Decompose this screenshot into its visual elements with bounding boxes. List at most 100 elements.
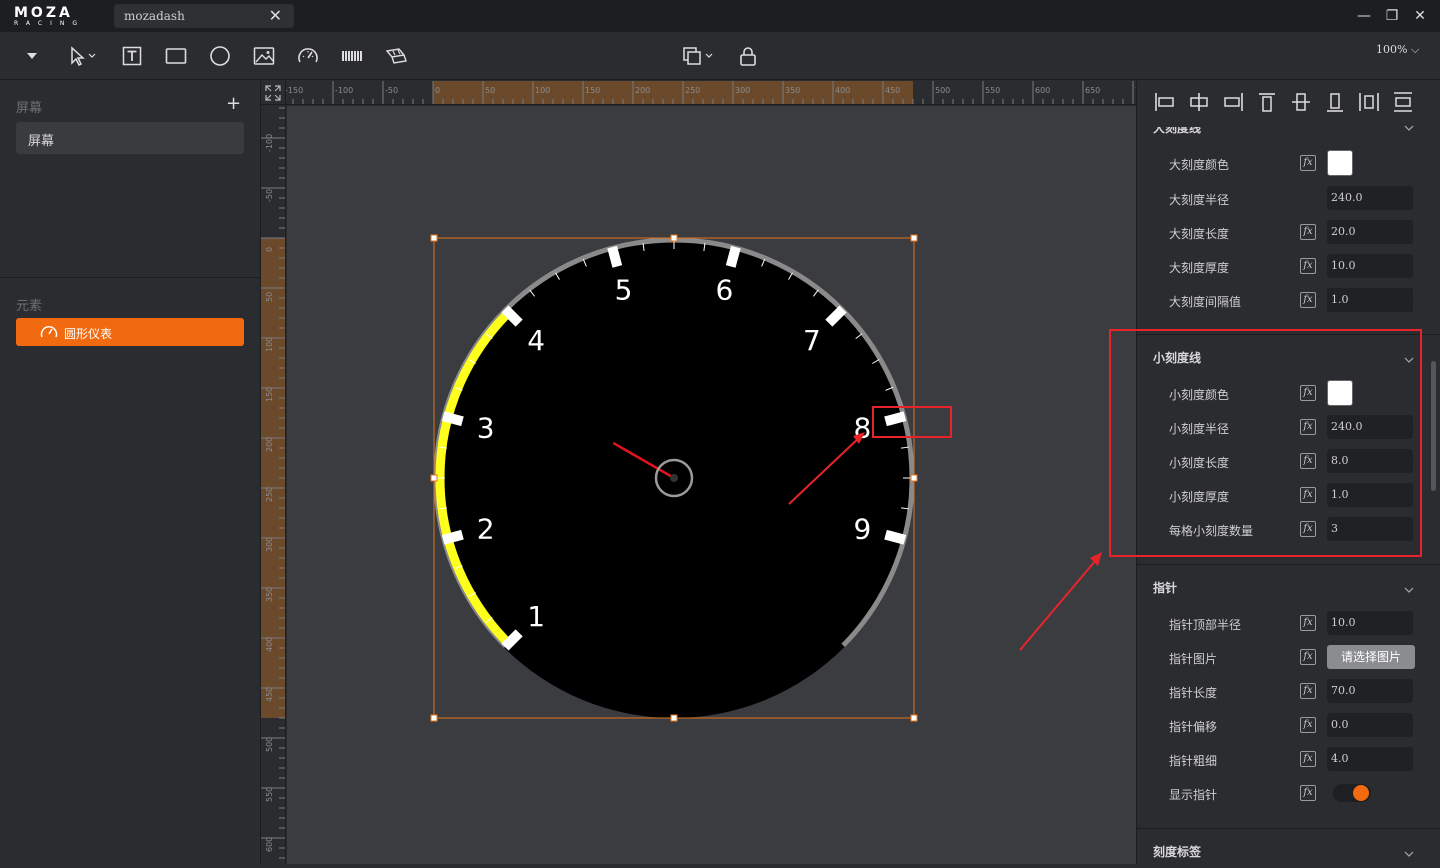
pointer-offset-label: 指针偏移: [1169, 720, 1218, 734]
pointer-length-row: 指针长度 fx 70.0: [1137, 677, 1427, 705]
restore-button[interactable]: ❐: [1383, 7, 1401, 25]
select-pointer-icon[interactable]: [65, 44, 101, 68]
pointer-top-radius-input[interactable]: 10.0: [1327, 611, 1413, 635]
close-window-button[interactable]: ✕: [1411, 7, 1429, 25]
fx-icon[interactable]: fx: [1300, 258, 1316, 274]
fx-icon[interactable]: fx: [1300, 453, 1316, 469]
chevron-down-icon[interactable]: [1403, 581, 1415, 593]
minor-tick-radius-label: 小刻度半径: [1169, 422, 1230, 436]
element-item-label: 圆形仪表: [64, 327, 113, 341]
tab-close-icon[interactable]: ✕: [269, 6, 282, 25]
align-center-h-icon[interactable]: [1187, 91, 1211, 113]
ruler-label: 300: [265, 537, 274, 552]
ruler-label: 50: [485, 86, 495, 95]
text-tool-icon[interactable]: [119, 44, 145, 68]
align-left-icon[interactable]: [1153, 91, 1177, 113]
major-tick-interval-input[interactable]: 1.0: [1327, 288, 1413, 312]
fx-icon[interactable]: fx: [1300, 419, 1316, 435]
ruler-label: 300: [735, 86, 750, 95]
horizontal-ruler-svg: -150 -100 -50 0 50 100 150 200 250 300 350 400 450 50…: [286, 81, 1136, 104]
document-tab[interactable]: mozadash ✕: [114, 4, 294, 28]
fx-icon[interactable]: fx: [1300, 155, 1316, 171]
gauge-label: 4: [527, 324, 545, 357]
image-tool-icon[interactable]: [251, 44, 277, 68]
ruler-label: -150: [286, 86, 303, 95]
fx-icon[interactable]: fx: [1300, 292, 1316, 308]
screen-list-item[interactable]: 屏幕: [16, 122, 244, 154]
fx-icon[interactable]: fx: [1300, 615, 1316, 631]
minor-tick-radius-input[interactable]: 240.0: [1327, 415, 1413, 439]
align-top-icon[interactable]: [1255, 91, 1279, 113]
fx-icon[interactable]: fx: [1300, 785, 1316, 801]
major-tick: [884, 411, 907, 427]
fx-icon[interactable]: fx: [1300, 224, 1316, 240]
horizontal-ruler: -150 -100 -50 0 50 100 150 200 250 300 350 400 450 50…: [286, 81, 1136, 105]
properties-scrollbar[interactable]: [1431, 361, 1436, 491]
fit-view-icon[interactable]: [261, 81, 286, 105]
pointer-length-input[interactable]: 70.0: [1327, 679, 1413, 703]
pointer-title: 指针: [1153, 581, 1178, 595]
design-canvas[interactable]: 123456789: [287, 106, 1136, 864]
show-pointer-toggle[interactable]: [1333, 784, 1371, 802]
vertical-ruler: -100 -50 0 50 100 150 200 250 300 350 400 450 500 550…: [261, 105, 286, 864]
flag-tool-icon[interactable]: [383, 44, 409, 68]
major-tick-title: 大刻度线: [1153, 121, 1202, 135]
major-tick: [441, 411, 464, 427]
fx-icon[interactable]: fx: [1300, 521, 1316, 537]
zoom-dropdown[interactable]: 100% ⌵: [1376, 43, 1419, 57]
distribute-vertical-icon[interactable]: [1391, 91, 1415, 113]
minor-tick-length-input[interactable]: 8.0: [1327, 449, 1413, 473]
minor-tick-color-swatch[interactable]: [1327, 380, 1353, 406]
align-bottom-icon[interactable]: [1323, 91, 1347, 113]
major-tick-color-swatch[interactable]: [1327, 150, 1353, 176]
fx-icon[interactable]: fx: [1300, 717, 1316, 733]
major-tick-thickness-input[interactable]: 10.0: [1327, 254, 1413, 278]
circle-tool-icon[interactable]: [207, 44, 233, 68]
distribute-horizontal-icon[interactable]: [1357, 91, 1381, 113]
fx-icon[interactable]: fx: [1300, 649, 1316, 665]
major-tick-length-label: 大刻度长度: [1169, 227, 1230, 241]
major-tick-length-input[interactable]: 20.0: [1327, 220, 1413, 244]
minimize-button[interactable]: —: [1355, 7, 1373, 25]
ruler-label: 100: [535, 86, 550, 95]
pointer-width-input[interactable]: 4.0: [1327, 747, 1413, 771]
fx-icon[interactable]: fx: [1300, 683, 1316, 699]
selection-handle: [910, 474, 918, 482]
major-tick: [725, 245, 741, 268]
align-toolbar: [1137, 81, 1440, 123]
ruler-label: 600: [1035, 86, 1050, 95]
element-item-circular-gauge[interactable]: 圆形仪表: [16, 318, 244, 346]
chevron-down-icon[interactable]: [1403, 351, 1415, 363]
ruler-label: 400: [835, 86, 850, 95]
dropdown-arrow-icon[interactable]: [19, 44, 45, 68]
lock-icon[interactable]: [735, 44, 761, 68]
screen-item-label: 屏幕: [28, 134, 55, 149]
major-tick: [884, 529, 907, 545]
properties-panel: 大刻度线 大刻度颜色 fx 大刻度半径 240.0 大刻度长度 fx 20.0 …: [1136, 81, 1440, 864]
chevron-up-icon[interactable]: [1403, 119, 1415, 131]
rectangle-tool-icon[interactable]: [163, 44, 189, 68]
minor-tick-count-input[interactable]: 3: [1327, 517, 1413, 541]
choose-image-button[interactable]: 请选择图片: [1327, 645, 1415, 669]
vertical-ruler-svg: -100 -50 0 50 100 150 200 250 300 350 400 450 500 550…: [261, 107, 285, 859]
ruler-label: -50: [265, 189, 274, 202]
minor-tick-thickness-input[interactable]: 1.0: [1327, 483, 1413, 507]
fx-icon[interactable]: fx: [1300, 751, 1316, 767]
align-right-icon[interactable]: [1221, 91, 1245, 113]
fx-icon[interactable]: fx: [1300, 487, 1316, 503]
minor-tick-thickness-row: 小刻度厚度 fx 1.0: [1137, 481, 1427, 509]
major-tick: [441, 529, 464, 545]
circular-gauge-element[interactable]: 12345 6789: [287, 106, 1136, 864]
layers-icon[interactable]: [680, 44, 718, 68]
align-center-v-icon[interactable]: [1289, 91, 1313, 113]
ruler-label: 500: [265, 737, 274, 752]
pointer-offset-input[interactable]: 0.0: [1327, 713, 1413, 737]
fx-icon[interactable]: fx: [1300, 385, 1316, 401]
chevron-down-icon[interactable]: [1403, 845, 1415, 857]
gauge-tool-icon[interactable]: [295, 44, 321, 68]
major-tick-thickness-label: 大刻度厚度: [1169, 261, 1230, 275]
barcode-tool-icon[interactable]: [339, 44, 365, 68]
pointer-image-row: 指针图片 fx 请选择图片: [1137, 643, 1427, 671]
major-tick-radius-input[interactable]: 240.0: [1327, 186, 1413, 210]
add-screen-button[interactable]: +: [226, 93, 241, 114]
